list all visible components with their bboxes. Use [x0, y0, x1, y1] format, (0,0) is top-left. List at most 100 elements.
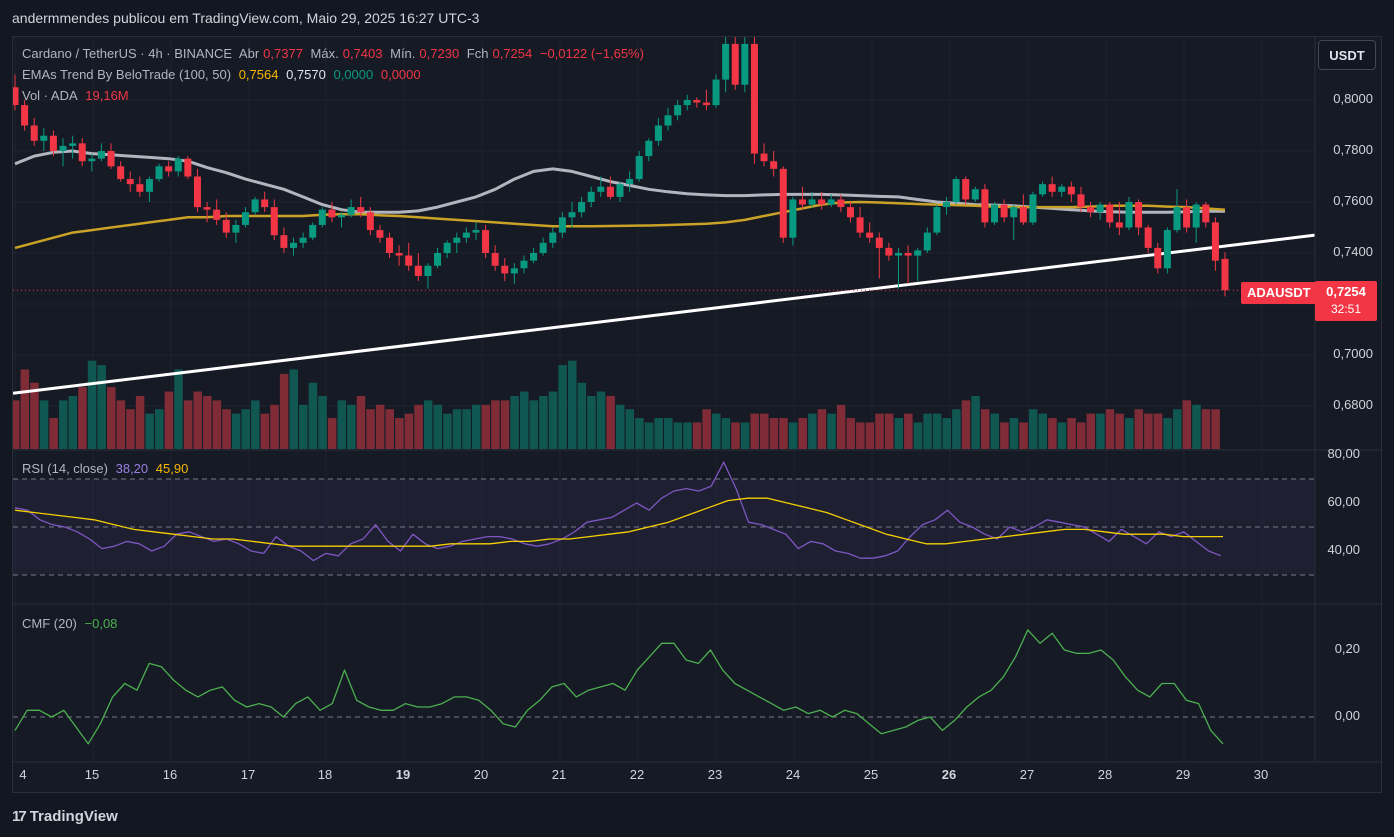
symbol-label[interactable]: Cardano / TetherUS · 4h · BINANCE: [22, 46, 232, 61]
volume-bar: [625, 409, 635, 449]
candle-body: [1202, 204, 1210, 223]
chart-frame[interactable]: [12, 36, 1383, 794]
volume-bar: [1057, 422, 1067, 449]
volume-bar: [481, 404, 491, 449]
candle-body: [222, 219, 230, 233]
candle-body: [213, 209, 221, 220]
footer[interactable]: 17 TradingView: [12, 806, 118, 826]
candle-body: [789, 199, 797, 238]
time-axis-label: 16: [162, 767, 178, 782]
candle-body: [597, 186, 605, 192]
candle-body: [366, 212, 374, 231]
volume-bar: [193, 391, 202, 449]
candle-body: [664, 115, 672, 126]
chart-canvas[interactable]: [13, 37, 1383, 794]
candle-body: [962, 179, 970, 200]
candle-body: [1048, 184, 1056, 192]
candle-body: [904, 253, 912, 256]
candle-body: [424, 265, 432, 276]
currency-button[interactable]: USDT: [1318, 40, 1376, 70]
volume-bar: [414, 404, 423, 449]
volume-bar: [279, 373, 289, 449]
volume-bar: [1182, 400, 1192, 449]
volume-bar: [1000, 422, 1009, 449]
ema-value-2: 0,7570: [286, 67, 326, 82]
candle-body: [309, 224, 317, 238]
rsi-axis-label: 60,00: [1327, 494, 1360, 509]
main-legend[interactable]: Cardano / TetherUS · 4h · BINANCE Abr 0,7…: [22, 46, 648, 61]
cmf-legend[interactable]: CMF (20) −0,08: [22, 616, 121, 631]
ema-name[interactable]: EMAs Trend By BeloTrade (100, 50): [22, 67, 231, 82]
candle-body: [1029, 194, 1037, 223]
candle-body: [40, 135, 48, 141]
rsi-legend[interactable]: RSI (14, close) 38,20 45,90: [22, 461, 192, 476]
vol-legend[interactable]: Vol · ADA 19,16M: [22, 88, 133, 103]
candle-body: [338, 214, 346, 218]
volume-bar: [788, 422, 798, 449]
cmf-axis-label: 0,00: [1334, 708, 1360, 723]
last-price-tag: 0,7254 32:51: [1315, 281, 1377, 321]
candle-body: [654, 125, 662, 141]
volume-bar: [961, 400, 971, 449]
rsi-name[interactable]: RSI (14, close): [22, 461, 108, 476]
candle-body: [251, 199, 259, 213]
candle-body: [1144, 227, 1152, 248]
candle-body: [165, 166, 173, 172]
volume-bar: [1067, 418, 1076, 449]
footer-brand[interactable]: TradingView: [30, 808, 118, 825]
time-axis-label: 25: [863, 767, 879, 782]
high-value: 0,7403: [342, 46, 383, 61]
candle-body: [510, 268, 518, 274]
volume-bar: [980, 409, 990, 449]
candle-body: [49, 135, 57, 151]
candle-body: [1211, 222, 1219, 261]
ema-legend[interactable]: EMAs Trend By BeloTrade (100, 50) 0,7564…: [22, 67, 425, 82]
price-axis-label: 0,7800: [1333, 142, 1373, 157]
tradingview-logo-icon[interactable]: 17: [12, 808, 27, 825]
pane-separators: [13, 37, 1383, 763]
candle-body: [1163, 230, 1171, 269]
close-label: Fch: [466, 46, 489, 61]
support-trendline: [13, 233, 1316, 395]
volume-bar: [606, 395, 615, 449]
volume-bar: [222, 409, 231, 449]
candle-body: [722, 43, 730, 80]
candle-body: [530, 253, 538, 261]
volume-bar: [260, 413, 270, 449]
candle-body: [1125, 202, 1133, 228]
time-axis-label: 19: [395, 767, 411, 782]
volume-bar: [327, 418, 337, 449]
volume-bar: [567, 360, 577, 449]
volume-bar: [587, 395, 596, 449]
cmf-axis-label: 0,20: [1334, 641, 1360, 656]
candle-body: [328, 209, 336, 218]
rsi-axis-label: 80,00: [1327, 446, 1360, 461]
volume-bar: [68, 395, 78, 449]
candle-body: [1039, 184, 1047, 195]
candle-body: [683, 100, 691, 106]
volume-bar: [318, 395, 327, 449]
rsi-value: 38,20: [115, 461, 149, 476]
candle-body: [606, 186, 614, 197]
cmf-name[interactable]: CMF (20): [22, 616, 77, 631]
candle-body: [21, 105, 29, 126]
trendline[interactable]: [13, 233, 1316, 395]
vol-name[interactable]: Vol · ADA: [22, 88, 78, 103]
volume-bar: [1019, 422, 1028, 449]
candle-body: [174, 158, 182, 172]
candle-body: [280, 235, 288, 248]
volume-bar: [913, 422, 923, 449]
candle-body: [184, 158, 192, 177]
volume-bar: [433, 404, 443, 449]
volume-bar: [97, 365, 106, 449]
candle-body: [1135, 202, 1143, 228]
volume-bar: [971, 395, 980, 449]
candle-body: [693, 100, 701, 103]
candle-body: [1154, 247, 1162, 269]
candle-body: [558, 217, 566, 233]
volume-bar: [865, 422, 875, 449]
candle-body: [798, 199, 806, 205]
candle-body: [750, 43, 758, 154]
volume-bar: [1192, 404, 1201, 449]
volume-bars: [13, 360, 1220, 449]
